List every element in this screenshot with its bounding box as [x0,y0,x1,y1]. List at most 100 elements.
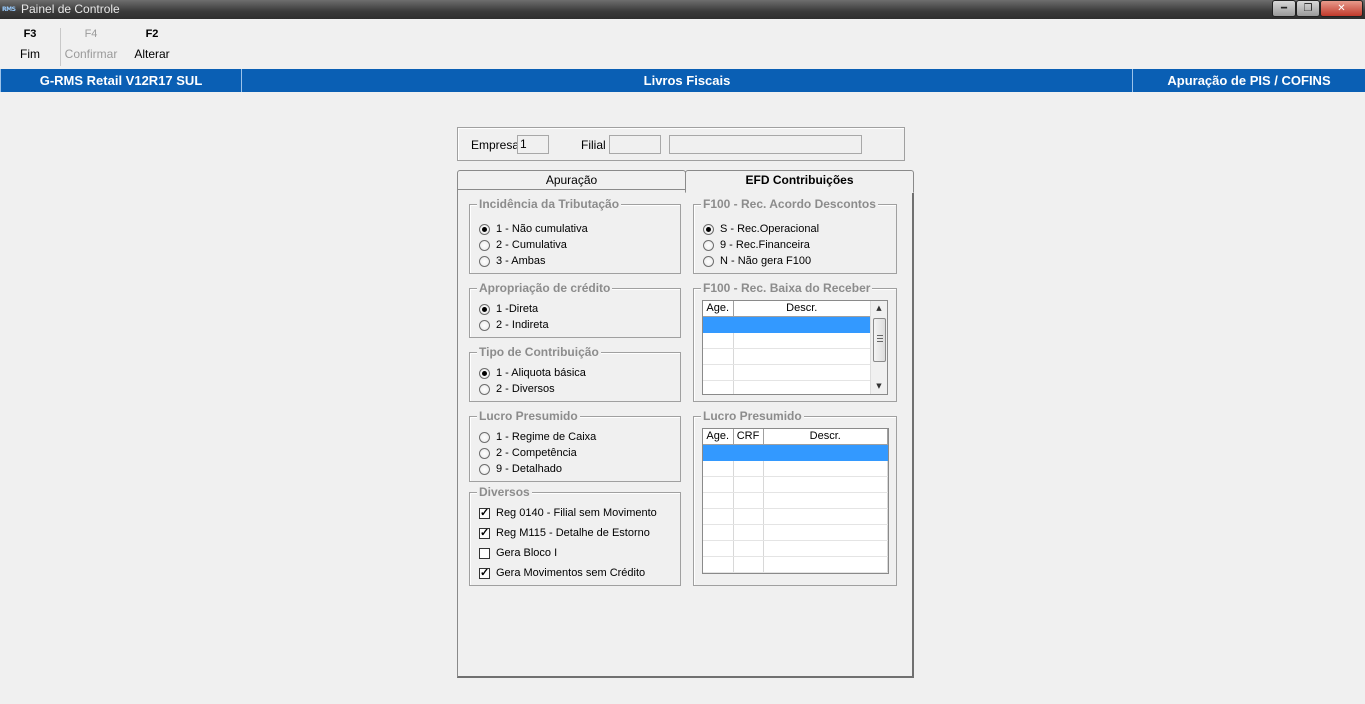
diversos-group: Diversos ✓ Reg 0140 - Filial sem Moviment… [469,484,681,586]
app-logo-icon: RMS [2,6,16,13]
context-banner: G-RMS Retail V12R17 SUL Livros Fiscais A… [0,69,1365,92]
f100-acordo-option-9[interactable]: 9 - Rec.Financeira [703,238,810,252]
apropriacao-group: Apropriação de crédito 1 -Direta 2 - Ind… [469,280,681,338]
column-header-crf[interactable]: CRF [733,429,764,445]
radio-icon [479,239,490,251]
radio-icon [479,303,490,315]
column-header-descr[interactable]: Descr. [763,429,888,445]
filial-field[interactable] [609,135,661,154]
apropriacao-option-1[interactable]: 1 -Direta [479,302,538,316]
table-row[interactable] [703,348,871,365]
checkbox-icon [479,547,490,559]
f100-acordo-option-s[interactable]: S - Rec.Operacional [703,222,819,236]
empresa-field[interactable]: 1 [517,135,549,154]
table-row[interactable] [703,556,888,573]
radio-icon [479,383,490,395]
f100-acordo-group: F100 - Rec. Acordo Descontos S - Rec.Ope… [693,196,897,274]
alterar-label: Alterar [134,47,170,61]
radio-icon [479,223,490,235]
lucro-presumido-grid-title: Lucro Presumido [701,408,804,424]
table-row[interactable] [703,380,871,394]
checkbox-label: Gera Bloco I [496,547,558,559]
tipo-option-1[interactable]: 1 - Aliquota básica [479,366,586,380]
option-label: 1 - Não cumulativa [496,223,588,235]
gera-bloco-i-checkbox[interactable]: Gera Bloco I [479,546,557,560]
toolbar-divider [60,28,61,66]
f100-baixa-title: F100 - Rec. Baixa do Receber [701,280,873,296]
incidencia-option-3[interactable]: 3 - Ambas [479,254,546,268]
f100-baixa-group: F100 - Rec. Baixa do Receber Age. Descr.… [693,280,897,402]
radio-icon [479,255,490,267]
window-title-bar: RMS Painel de Controle ━ ❐ ✕ [0,0,1365,19]
restore-button[interactable]: ❐ [1296,0,1320,17]
option-label: 9 - Detalhado [496,463,563,475]
fim-button[interactable]: F3 Fim [8,28,52,61]
lucro-presumido-title: Lucro Presumido [477,408,580,424]
table-row[interactable] [703,332,871,349]
table-row[interactable] [703,460,888,477]
incidencia-option-1[interactable]: 1 - Não cumulativa [479,222,588,236]
reg-0140-checkbox[interactable]: ✓ Reg 0140 - Filial sem Movimento [479,506,657,520]
tipo-option-2[interactable]: 2 - Diversos [479,382,555,396]
gera-movimentos-checkbox[interactable]: ✓ Gera Movimentos sem Crédito [479,566,645,580]
fim-label: Fim [20,47,40,61]
column-header-age[interactable]: Age. [703,301,734,317]
incidencia-group: Incidência da Tributação 1 - Não cumulat… [469,196,681,274]
column-header-descr[interactable]: Descr. [733,301,871,317]
confirmar-button[interactable]: F4 Confirmar [62,28,120,61]
table-row[interactable] [703,492,888,509]
lucro-option-1[interactable]: 1 - Regime de Caixa [479,430,596,444]
table-row[interactable] [703,364,871,381]
confirmar-label: Confirmar [64,47,118,61]
table-row[interactable] [703,316,871,333]
close-icon: ✕ [1337,3,1346,14]
minimize-icon: ━ [1280,3,1288,14]
option-label: N - Não gera F100 [720,255,812,267]
empresa-label: Empresa [471,138,520,152]
incidencia-option-2[interactable]: 2 - Cumulativa [479,238,567,252]
option-label: 1 - Aliquota básica [496,367,586,379]
tab-apuracao[interactable]: Apuração [457,170,686,191]
f100-acordo-option-n[interactable]: N - Não gera F100 [703,254,811,268]
checkbox-icon: ✓ [479,526,490,539]
window-title: Painel de Controle [21,2,120,16]
column-header-age[interactable]: Age. [703,429,734,445]
lucro-presumido-grid[interactable]: Age. CRF Descr. [702,428,889,574]
option-label: 2 - Diversos [496,383,555,395]
alterar-button[interactable]: F2 Alterar [130,28,174,61]
radio-icon [703,239,714,251]
minimize-button[interactable]: ━ [1272,0,1296,17]
lucro-presumido-options-group: Lucro Presumido 1 - Regime de Caixa 2 - … [469,408,681,482]
restore-icon: ❐ [1303,3,1313,14]
lucro-option-3[interactable]: 9 - Detalhado [479,462,562,476]
table-row[interactable] [703,476,888,493]
apropriacao-title: Apropriação de crédito [477,280,613,296]
apropriacao-option-2[interactable]: 2 - Indireta [479,318,549,332]
option-label: S - Rec.Operacional [720,223,820,235]
scroll-up-icon[interactable]: ▲ [871,301,887,316]
table-row[interactable] [703,524,888,541]
radio-icon [479,431,490,443]
checkbox-icon: ✓ [479,506,490,519]
lucro-option-2[interactable]: 2 - Competência [479,446,577,460]
table-row[interactable] [703,540,888,557]
empresa-filial-panel: Empresa 1 Filial [457,127,905,161]
table-row[interactable] [703,444,888,461]
checkbox-icon: ✓ [479,566,490,579]
scroll-down-icon[interactable]: ▼ [871,379,887,394]
f100-baixa-grid[interactable]: Age. Descr. ▲ ▼ [702,300,888,395]
tab-efd-contribuicoes[interactable]: EFD Contribuições [685,170,914,193]
vertical-scrollbar[interactable]: ▲ ▼ [870,301,887,394]
radio-icon [479,463,490,475]
table-row[interactable] [703,508,888,525]
radio-icon [703,223,714,235]
radio-icon [479,319,490,331]
tipo-contribuicao-group: Tipo de Contribuição 1 - Aliquota básica… [469,344,681,402]
radio-icon [703,255,714,267]
reg-m115-checkbox[interactable]: ✓ Reg M115 - Detalhe de Estorno [479,526,650,540]
diversos-title: Diversos [477,484,532,500]
scroll-thumb[interactable] [873,318,886,362]
incidencia-title: Incidência da Tributação [477,196,622,212]
close-button[interactable]: ✕ [1320,0,1363,17]
banner-screen: Apuração de PIS / COFINS [1132,69,1365,92]
